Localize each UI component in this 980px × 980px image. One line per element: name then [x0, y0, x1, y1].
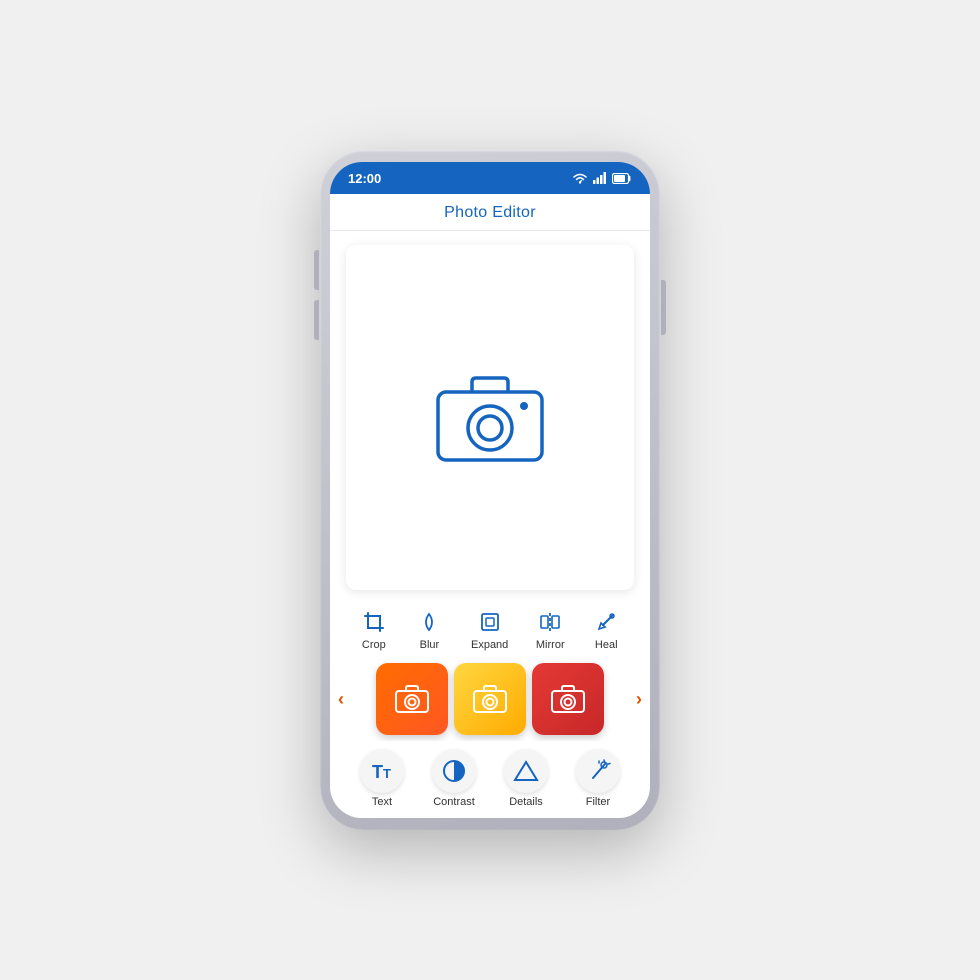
- filter-label: Filter: [586, 796, 610, 808]
- bottom-tool-filter[interactable]: Filter: [576, 749, 620, 808]
- filter-thumbs: [350, 663, 630, 735]
- filter-thumb-orange[interactable]: [376, 663, 448, 735]
- status-bar: 12:00: [330, 162, 650, 194]
- bottom-tool-contrast[interactable]: Contrast: [432, 749, 476, 808]
- tools-row: Crop Blur Expand: [330, 600, 650, 657]
- app-header: Photo Editor: [330, 194, 650, 231]
- filter-button[interactable]: [576, 749, 620, 793]
- contrast-label: Contrast: [433, 796, 475, 808]
- wifi-icon: [572, 172, 588, 184]
- tool-heal[interactable]: Heal: [592, 608, 620, 651]
- filter-arrow-right[interactable]: ›: [636, 689, 642, 710]
- tool-blur[interactable]: Blur: [415, 608, 443, 651]
- text-label: Text: [372, 796, 392, 808]
- bottom-tool-details[interactable]: Details: [504, 749, 548, 808]
- status-time: 12:00: [348, 171, 381, 186]
- details-button[interactable]: [504, 749, 548, 793]
- filter-camera-icon-yellow: [472, 684, 508, 714]
- phone-screen: 12:00: [330, 162, 650, 818]
- filter-thumb-red[interactable]: [532, 663, 604, 735]
- text-button[interactable]: T T: [360, 749, 404, 793]
- heal-icon: [592, 608, 620, 636]
- expand-icon: [476, 608, 504, 636]
- battery-icon: [612, 173, 632, 184]
- tool-crop[interactable]: Crop: [360, 608, 388, 651]
- filter-thumb-yellow[interactable]: [454, 663, 526, 735]
- blur-icon: [415, 608, 443, 636]
- filter-camera-icon-orange: [394, 684, 430, 714]
- details-label: Details: [509, 796, 543, 808]
- tool-mirror[interactable]: Mirror: [536, 608, 565, 651]
- filter-camera-icon-red: [550, 684, 586, 714]
- expand-label: Expand: [471, 639, 508, 651]
- filter-icon: [585, 758, 611, 784]
- contrast-button[interactable]: [432, 749, 476, 793]
- svg-text:T: T: [372, 762, 383, 782]
- mirror-icon: [536, 608, 564, 636]
- bottom-tool-text[interactable]: T T Text: [360, 749, 404, 808]
- contrast-icon: [441, 758, 467, 784]
- app-title: Photo Editor: [444, 204, 536, 221]
- tool-expand[interactable]: Expand: [471, 608, 508, 651]
- mirror-label: Mirror: [536, 639, 565, 651]
- signal-icon: [593, 172, 607, 184]
- photo-canvas[interactable]: [346, 245, 634, 590]
- crop-icon: [360, 608, 388, 636]
- details-icon: [513, 758, 539, 784]
- crop-label: Crop: [362, 639, 386, 651]
- phone-frame: 12:00: [320, 150, 660, 830]
- svg-text:T: T: [383, 766, 391, 781]
- blur-label: Blur: [420, 639, 440, 651]
- heal-label: Heal: [595, 639, 618, 651]
- status-icons: [572, 172, 632, 184]
- text-icon: T T: [370, 759, 394, 783]
- bottom-tools: T T Text Contrast: [330, 741, 650, 818]
- filters-row: ‹: [330, 657, 650, 741]
- filter-arrow-left[interactable]: ‹: [338, 689, 344, 710]
- camera-placeholder-icon: [430, 370, 550, 465]
